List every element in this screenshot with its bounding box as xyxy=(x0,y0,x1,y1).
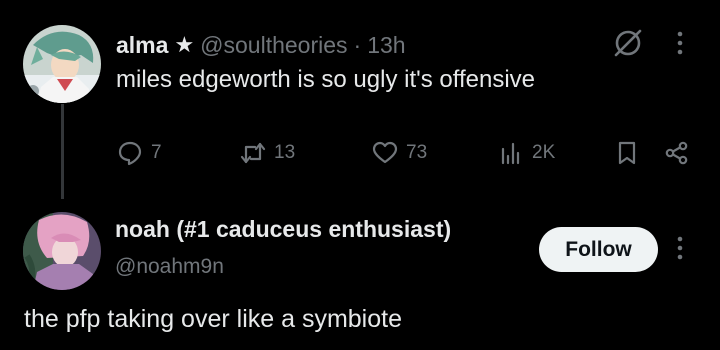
like-icon xyxy=(372,141,398,164)
avatar-noah[interactable] xyxy=(23,212,101,290)
reply-author-handle[interactable]: @noahm9n xyxy=(115,255,224,279)
more-icon[interactable] xyxy=(668,28,692,58)
retweet-count: 13 xyxy=(274,142,296,163)
bookmark-button[interactable] xyxy=(614,137,640,169)
author-handle[interactable]: @soultheories xyxy=(200,32,347,59)
post-thread: alma ★ @soultheories · 13h miles edgewor… xyxy=(0,0,720,350)
share-icon xyxy=(665,141,688,165)
star-badge-icon: ★ xyxy=(174,32,195,57)
retweet-button[interactable]: 13 xyxy=(240,137,295,169)
share-button[interactable] xyxy=(664,137,690,169)
reply-author-name[interactable]: noah (#1 caduceus enthusiast) xyxy=(115,216,451,243)
retweet-icon xyxy=(240,142,266,164)
views-icon xyxy=(501,142,520,165)
views-count: 2K xyxy=(532,142,556,163)
reply-button[interactable]: 7 xyxy=(117,137,162,169)
more-icon[interactable] xyxy=(668,233,692,263)
reply-text: the pfp taking over like a symbiote xyxy=(24,305,402,333)
reply-count: 7 xyxy=(151,142,162,163)
avatar-alma[interactable] xyxy=(23,25,101,103)
grok-icon[interactable] xyxy=(612,27,644,59)
like-count: 73 xyxy=(406,142,428,163)
bookmark-icon xyxy=(618,141,636,165)
avatar-image xyxy=(23,25,101,103)
views-button[interactable]: 2K xyxy=(498,137,555,169)
avatar-image xyxy=(23,212,101,290)
post-text: miles edgeworth is so ugly it's offensiv… xyxy=(116,66,536,93)
follow-button[interactable]: Follow xyxy=(539,227,658,272)
separator-dot: · xyxy=(353,31,362,58)
reply-icon xyxy=(118,141,142,166)
thread-connector xyxy=(61,104,64,199)
author-name[interactable]: alma xyxy=(116,32,168,59)
like-button[interactable]: 73 xyxy=(372,137,427,169)
post-time[interactable]: 13h xyxy=(367,32,405,59)
post-header: alma ★ @soultheories · 13h xyxy=(116,28,406,62)
